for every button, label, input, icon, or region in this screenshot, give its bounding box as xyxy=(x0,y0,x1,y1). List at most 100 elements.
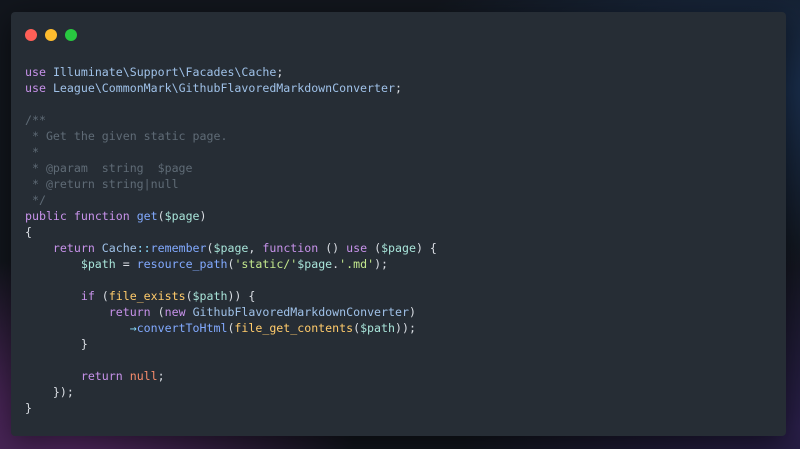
code-line: * Get the given static page. xyxy=(25,128,437,144)
code-line: { xyxy=(25,224,437,240)
code-token-plain-text: )) { xyxy=(227,289,256,303)
code-token-variable: $path xyxy=(80,257,116,271)
code-token-keyword: use xyxy=(25,81,46,95)
code-token-keyword: new xyxy=(164,305,186,319)
code-token-plain-text xyxy=(25,289,81,303)
code-token-plain-text: () xyxy=(318,241,347,255)
code-token-plain-text: }); xyxy=(25,385,74,399)
code-token-plain-text xyxy=(25,257,81,271)
code-line: return Cache::remember($page, function (… xyxy=(25,240,437,256)
code-line: return null; xyxy=(25,368,437,384)
code-token-string-literal: '.md' xyxy=(339,257,375,271)
code-token-variable: $page xyxy=(297,257,333,271)
code-token-keyword: if xyxy=(80,289,95,303)
code-token-function-name: remember xyxy=(150,241,207,255)
code-token-namespace: GithubFlavoredMarkdownConverter xyxy=(192,305,409,319)
code-token-comment: */ xyxy=(25,193,46,207)
code-token-string-literal: 'static/' xyxy=(234,257,298,271)
code-line: →convertToHtml(file_get_contents($path))… xyxy=(25,320,437,336)
zoom-window-icon[interactable] xyxy=(65,29,77,41)
code-token-namespace: Cache xyxy=(101,241,137,255)
code-token-plain-text: ) xyxy=(408,305,416,319)
code-line: use Illuminate\Support\Facades\Cache; xyxy=(25,64,437,80)
close-window-icon[interactable] xyxy=(25,29,37,41)
code-token-keyword: return xyxy=(52,241,95,255)
code-token-variable: $path xyxy=(192,289,228,303)
code-token-plain-text: ); xyxy=(374,257,389,271)
code-token-function-name: convertToHtml xyxy=(136,321,228,335)
code-line: return (new GithubFlavoredMarkdownConver… xyxy=(25,304,437,320)
code-line: } xyxy=(25,336,437,352)
code-token-plain-text xyxy=(25,305,109,319)
code-line: */ xyxy=(25,192,437,208)
code-token-namespace: League\CommonMark\GithubFlavoredMarkdown… xyxy=(52,81,395,95)
code-token-operator: :: xyxy=(136,241,151,255)
code-token-plain-text xyxy=(25,321,130,335)
code-token-keyword: function xyxy=(73,209,130,223)
code-token-plain-text: { xyxy=(25,225,32,239)
code-token-function-name: resource_path xyxy=(136,257,228,271)
code-token-plain-text: ( xyxy=(157,209,165,223)
code-token-comment: * @param string $page xyxy=(25,161,193,175)
window-titlebar xyxy=(11,12,786,56)
code-token-keyword: use xyxy=(25,65,46,79)
code-token-keyword: function xyxy=(262,241,319,255)
code-editor[interactable]: use Illuminate\Support\Facades\Cache; use… xyxy=(25,64,437,416)
code-token-plain-text: ; xyxy=(276,65,284,79)
code-token-plain-text: ) { xyxy=(415,241,437,255)
code-token-variable: $path xyxy=(360,321,395,335)
code-token-keyword: return xyxy=(80,369,123,383)
code-token-function-name: get xyxy=(136,209,158,223)
code-token-plain-text: } xyxy=(25,401,32,415)
code-token-plain-text: , xyxy=(248,241,263,255)
code-line: * @return string|null xyxy=(25,176,437,192)
code-token-plain-text: ( xyxy=(185,289,193,303)
code-token-plain-text xyxy=(46,81,53,95)
code-token-plain-text: ) xyxy=(199,209,207,223)
code-line: /** xyxy=(25,112,437,128)
code-token-plain-text xyxy=(25,241,53,255)
code-token-comment: * @return string|null xyxy=(25,177,179,191)
code-token-namespace: Illuminate\Support\Facades\Cache xyxy=(52,65,277,79)
code-token-plain-text: ( xyxy=(94,289,109,303)
code-token-keyword: return xyxy=(108,305,151,319)
code-line: use League\CommonMark\GithubFlavoredMark… xyxy=(25,80,437,96)
code-line: public function get($page) xyxy=(25,208,437,224)
code-line: * xyxy=(25,144,437,160)
code-token-plain-text: ; xyxy=(157,369,165,383)
code-token-plain-text: ( xyxy=(367,241,382,255)
code-line: } xyxy=(25,400,437,416)
code-line: $path = resource_path('static/'$page.'.m… xyxy=(25,256,437,272)
code-token-plain-text xyxy=(123,369,130,383)
code-token-comment: /** xyxy=(25,113,46,127)
code-line: }); xyxy=(25,384,437,400)
code-token-plain-text: ; xyxy=(394,81,402,95)
minimize-window-icon[interactable] xyxy=(45,29,57,41)
code-token-null-literal: null xyxy=(129,369,158,383)
code-token-plain-text: ( xyxy=(206,241,214,255)
code-token-operator: → xyxy=(129,321,137,335)
code-token-variable: $page xyxy=(381,241,416,255)
code-token-comment: * xyxy=(25,145,39,159)
code-token-plain-text xyxy=(130,209,137,223)
code-line: if (file_exists($path)) { xyxy=(25,288,437,304)
code-token-builtin-function: file_get_contents xyxy=(234,321,354,335)
code-window: use Illuminate\Support\Facades\Cache; use… xyxy=(11,12,786,436)
code-token-keyword: use xyxy=(346,241,368,255)
code-token-plain-text: } xyxy=(25,337,88,351)
code-token-plain-text xyxy=(186,305,193,319)
code-token-plain-text xyxy=(95,241,102,255)
code-token-plain-text xyxy=(46,65,53,79)
code-token-builtin-function: file_exists xyxy=(108,289,186,303)
code-token-plain-text: ( xyxy=(150,305,165,319)
code-token-plain-text xyxy=(25,369,81,383)
code-token-comment: * Get the given static page. xyxy=(25,129,228,143)
code-token-plain-text: )); xyxy=(394,321,416,335)
code-token-variable: $page xyxy=(213,241,249,255)
code-token-keyword: public xyxy=(25,209,67,223)
code-line: * @param string $page xyxy=(25,160,437,176)
code-token-plain-text xyxy=(67,209,74,223)
